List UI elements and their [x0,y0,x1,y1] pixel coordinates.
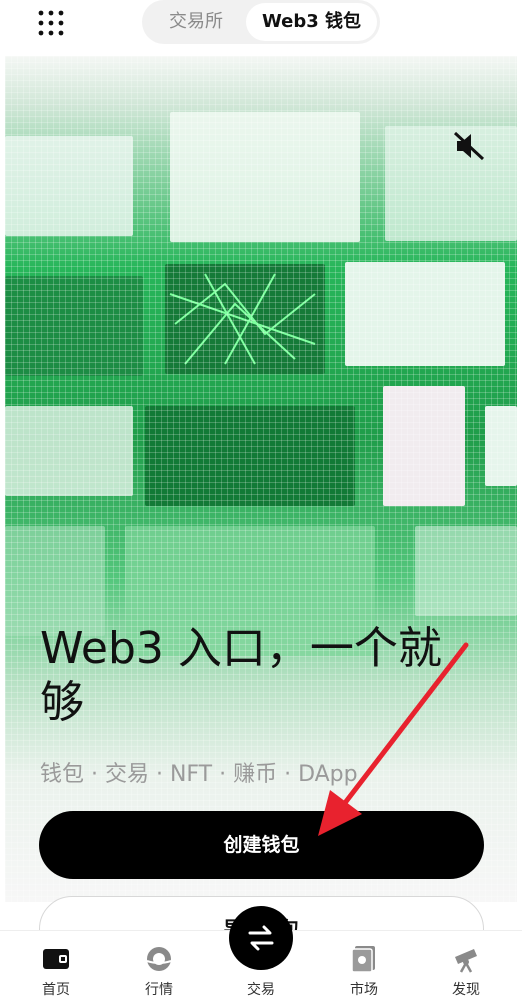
hero-feature-list: 钱包 · 交易 · NFT · 赚币 · DApp [40,762,358,787]
nav-home[interactable]: 首页 [16,931,96,1008]
nav-home-label: 首页 [42,982,70,998]
tab-exchange[interactable]: 交易所 [146,3,246,41]
telescope-icon [455,949,477,973]
apps-grid-icon[interactable] [37,9,65,37]
nav-nft-market[interactable]: 市场 [324,931,404,1008]
top-bar: 交易所 Web3 钱包 [0,0,522,46]
wallet-home-icon [43,949,69,969]
create-wallet-button[interactable]: 创建钱包 [39,811,484,879]
trade-fab-button[interactable] [229,906,293,970]
nav-nft-market-label: 市场 [350,982,378,998]
nav-discover[interactable]: 发现 [426,931,506,1008]
hero-headline: Web3 入口，一个就够 [40,623,442,728]
nav-trade-label: 交易 [247,982,275,998]
speaker-mute-icon[interactable] [453,131,485,161]
swap-icon [248,925,274,951]
nav-market[interactable]: 行情 [119,931,199,1008]
mode-switcher: 交易所 Web3 钱包 [142,0,380,44]
market-icon [146,947,172,971]
nav-discover-label: 发现 [452,982,480,998]
nft-market-icon [351,946,375,973]
nav-market-label: 行情 [145,982,173,998]
tab-web3-wallet[interactable]: Web3 钱包 [246,3,377,41]
